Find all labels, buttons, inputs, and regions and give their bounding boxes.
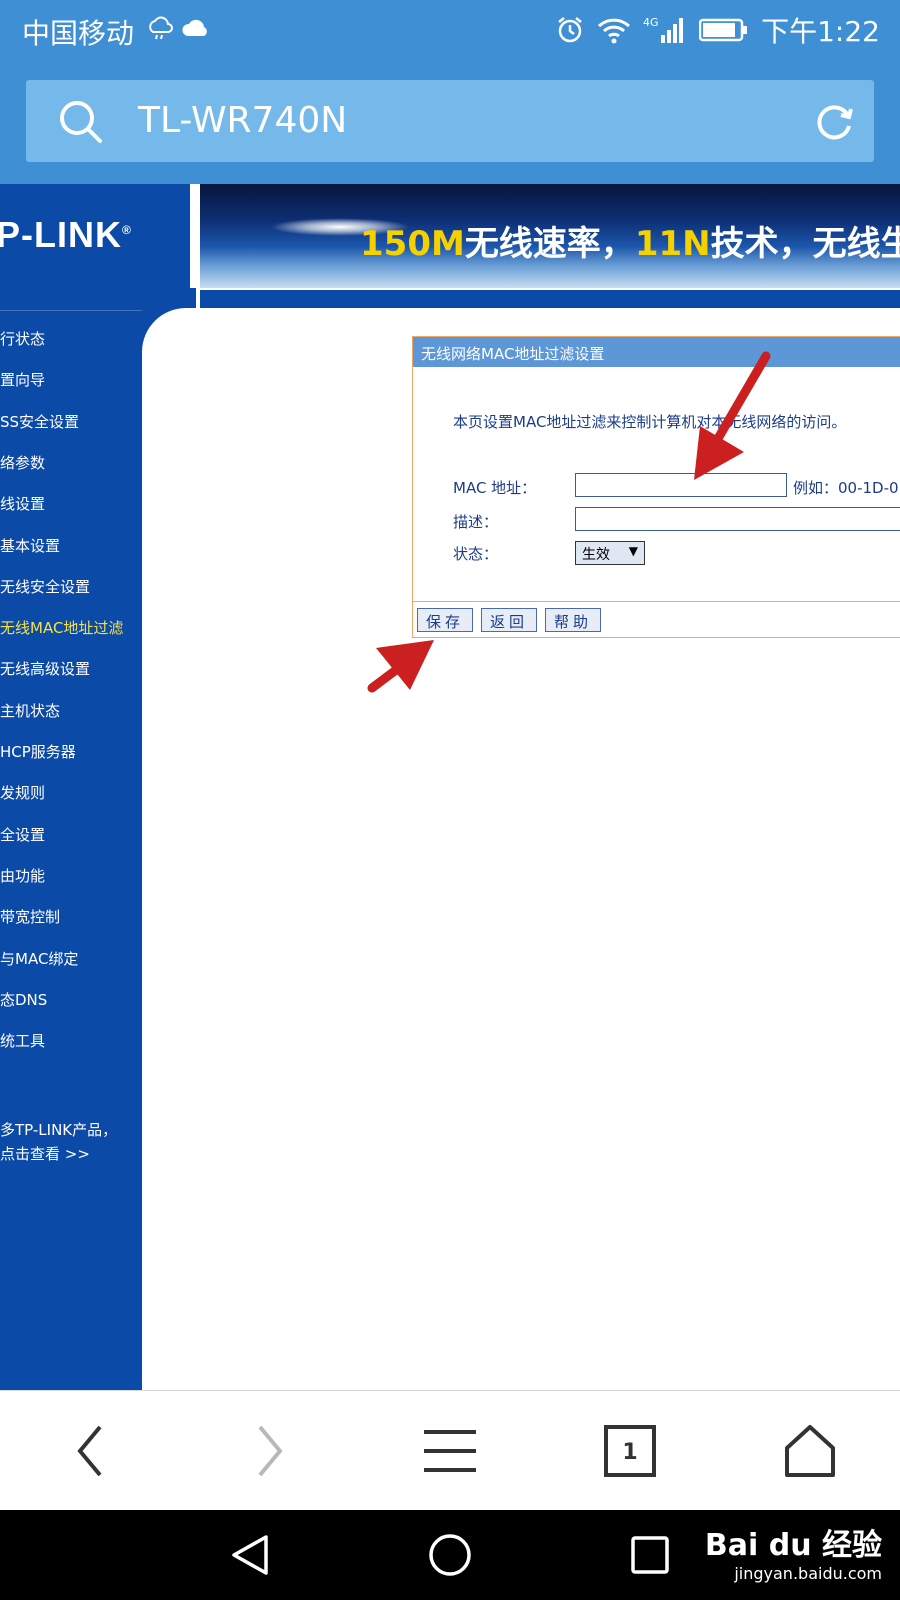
back-button[interactable]: 返回	[481, 608, 537, 632]
rain-cloud-icon	[149, 16, 173, 40]
menu-button[interactable]	[360, 1391, 540, 1511]
system-recents-button[interactable]	[590, 1510, 710, 1600]
logo-area: P-LINK®	[0, 184, 190, 288]
status-bar: 中国移动 4G 下午1:22	[0, 0, 900, 60]
logo-text: P-LINK	[0, 214, 122, 255]
browser-toolbar: 1	[0, 1390, 900, 1510]
sidebar-item[interactable]: 由功能	[0, 865, 45, 886]
battery-icon	[699, 18, 748, 42]
clock: 下午1:22	[761, 15, 880, 48]
browser-address-area: TL-WR740N	[0, 60, 900, 184]
description-input[interactable]	[575, 507, 900, 531]
mac-filter-form: 无线网络MAC地址过滤设置 本页设置MAC地址过滤来控制计算机对本无线网络的访问…	[412, 336, 900, 638]
mac-address-input[interactable]	[575, 473, 787, 497]
tp-link-logo: P-LINK®	[0, 214, 132, 256]
form-buttons: 保存 返回 帮助	[413, 601, 900, 637]
mac-example: 例如：00-1D-0	[793, 479, 899, 497]
form-description: 本页设置MAC地址过滤来控制计算机对本无线网络的访问。	[453, 413, 847, 431]
banner-strip	[200, 290, 900, 308]
dropdown-arrow-icon: ▼	[628, 544, 638, 558]
mac-address-label: MAC 地址：	[453, 479, 537, 497]
tabs-icon: 1	[604, 1425, 656, 1477]
more-products-line2: 点击查看 >>	[0, 1145, 90, 1163]
address-bar[interactable]: TL-WR740N	[26, 80, 874, 162]
baidu-watermark: Bai du 经验 jingyan.baidu.com	[705, 1520, 882, 1583]
sidebar-item[interactable]: 行状态	[0, 328, 45, 349]
tabs-button[interactable]: 1	[540, 1391, 720, 1511]
back-nav-button[interactable]	[0, 1391, 180, 1511]
description-label: 描述：	[453, 513, 499, 531]
home-icon	[785, 1425, 835, 1477]
more-products-link[interactable]: 多TP-LINK产品， 点击查看 >>	[0, 1118, 117, 1166]
carrier-name: 中国移动	[22, 17, 135, 50]
form-title: 无线网络MAC地址过滤设置	[413, 337, 900, 367]
sidebar-item[interactable]: 带宽控制	[0, 906, 60, 927]
cloud-icon	[182, 19, 207, 36]
sidebar-item[interactable]: 统工具	[0, 1030, 45, 1051]
status-select-value: 生效	[582, 547, 610, 563]
alarm-icon	[558, 17, 582, 43]
status-select[interactable]: 生效 ▼	[575, 541, 645, 565]
forward-nav-button[interactable]	[180, 1391, 360, 1511]
url-text[interactable]: TL-WR740N	[138, 100, 347, 141]
weather-icons	[146, 14, 212, 42]
triangle-back-icon	[232, 1535, 268, 1575]
circle-home-icon	[429, 1534, 471, 1576]
sidebar-item[interactable]: 线设置	[0, 493, 45, 514]
sidebar-item[interactable]: HCP服务器	[0, 741, 76, 762]
square-recents-icon	[631, 1536, 669, 1574]
signal-icon: 4G	[643, 16, 684, 43]
home-button[interactable]	[720, 1391, 900, 1511]
system-home-button[interactable]	[390, 1510, 510, 1600]
sidebar-item[interactable]: 主机状态	[0, 700, 60, 721]
sidebar-item[interactable]: 基本设置	[0, 535, 60, 556]
sidebar-item[interactable]: SS安全设置	[0, 411, 79, 432]
help-button[interactable]: 帮助	[545, 608, 601, 632]
menu-icon	[424, 1430, 476, 1472]
sidebar-item[interactable]: 置向导	[0, 369, 45, 390]
tab-count: 1	[622, 1440, 637, 1465]
watermark-site: jingyan.baidu.com	[734, 1564, 882, 1583]
sidebar-item[interactable]: 无线MAC地址过滤	[0, 617, 123, 638]
sidebar-item[interactable]: 发规则	[0, 782, 45, 803]
more-products-line1: 多TP-LINK产品，	[0, 1121, 118, 1139]
search-icon[interactable]	[56, 97, 106, 147]
chevron-left-icon	[77, 1425, 102, 1477]
wifi-icon	[598, 18, 631, 44]
sidebar-item[interactable]: 态DNS	[0, 989, 47, 1010]
system-back-button[interactable]	[190, 1510, 310, 1600]
watermark-brand: Bai du 经验	[704, 1528, 882, 1563]
reload-icon[interactable]	[810, 96, 858, 144]
banner-slogan: 150M无线速率，11N技术，无线生	[360, 224, 900, 264]
sidebar-divider	[0, 310, 142, 311]
sidebar-item[interactable]: 无线安全设置	[0, 576, 90, 597]
sidebar-item[interactable]: 无线高级设置	[0, 658, 90, 679]
save-button[interactable]: 保存	[417, 608, 473, 632]
sidebar-item[interactable]: 络参数	[0, 452, 45, 473]
network-type-label: 4G	[643, 16, 659, 29]
router-banner: P-LINK® 150M无线速率，11N技术，无线生	[0, 184, 900, 290]
system-nav-bar: Bai du 经验 jingyan.baidu.com	[0, 1510, 900, 1600]
sidebar-item[interactable]: 全设置	[0, 824, 45, 845]
chevron-right-icon	[258, 1425, 283, 1477]
sidebar-item[interactable]: 与MAC绑定	[0, 948, 78, 969]
banner-image: 150M无线速率，11N技术，无线生	[200, 184, 900, 288]
status-label: 状态：	[453, 545, 499, 563]
